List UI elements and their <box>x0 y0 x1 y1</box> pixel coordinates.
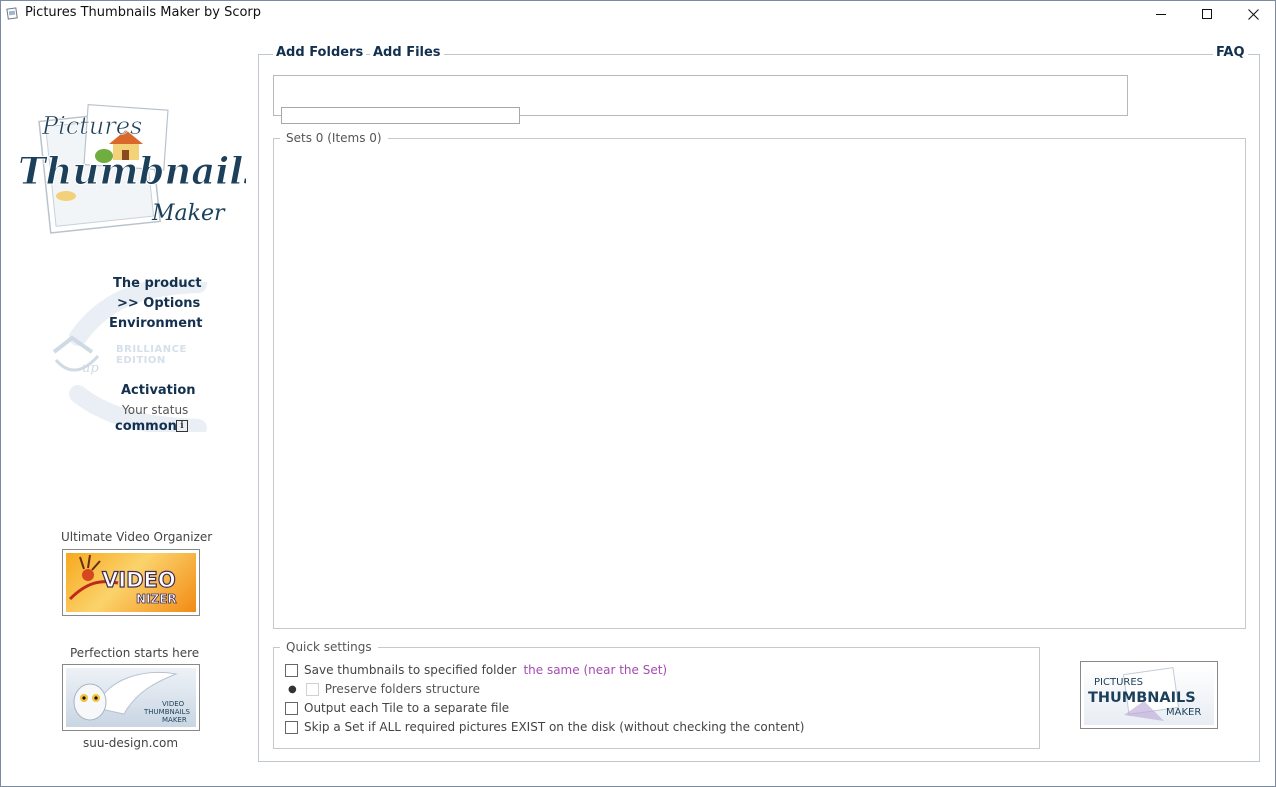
bullet-icon: ● <box>288 683 297 695</box>
save-thumbnails-checkbox[interactable] <box>285 663 298 677</box>
window-title: Pictures Thumbnails Maker by Scorp <box>25 5 262 20</box>
sets-list[interactable] <box>273 138 1246 629</box>
ptm-badge-text-3: MAKER <box>1166 707 1201 718</box>
app-logo: Pictures Thumbnails Maker <box>18 104 246 234</box>
logo-text-maker: Maker <box>151 201 226 226</box>
owl-artwork: VIDEO THUMBNAILS MAKER <box>73 671 190 724</box>
video-banner-text-2: NIZER <box>136 592 177 606</box>
ptm-badge-artwork: PICTURES THUMBNAILS MAKER <box>1088 667 1201 721</box>
edition-line1: BRILLIANCE <box>116 344 187 355</box>
save-thumbnails-row: Save thumbnails to specified folder the … <box>285 663 667 677</box>
site-link[interactable]: suu-design.com <box>83 736 178 750</box>
maximize-button[interactable] <box>1184 0 1230 28</box>
edition-label: BRILLIANCE EDITION <box>116 344 187 366</box>
sets-legend: Sets 0 (Items 0) <box>280 131 388 145</box>
video-organizer-artwork: VIDEO NIZER <box>68 554 177 606</box>
faq-link[interactable]: FAQ <box>1213 45 1248 60</box>
close-icon <box>1247 8 1259 20</box>
title-bar: Pictures Thumbnails Maker by Scorp <box>0 0 1276 28</box>
ptm-badge-text-1: PICTURES <box>1094 677 1143 688</box>
add-files-button[interactable]: Add Files <box>370 45 444 60</box>
output-tile-label: Output each Tile to a separate file <box>304 701 510 715</box>
perfection-caption: Perfection starts here <box>70 646 200 660</box>
nav-the-product[interactable]: The product <box>113 276 202 291</box>
vtm-banner-text-1: VIDEO <box>162 700 185 708</box>
minimize-button[interactable] <box>1138 0 1184 28</box>
skip-set-row: Skip a Set if ALL required pictures EXIS… <box>285 720 804 734</box>
preserve-folders-label: Preserve folders structure <box>324 682 481 696</box>
edition-mark: up <box>82 361 99 376</box>
info-icon[interactable]: i <box>176 420 188 432</box>
ptm-badge[interactable]: PICTURES THUMBNAILS MAKER <box>1080 661 1218 729</box>
progress-bar <box>281 107 520 124</box>
video-organizer-banner[interactable]: VIDEO NIZER <box>62 549 200 616</box>
video-banner-text-1: VIDEO <box>102 568 176 592</box>
ptm-badge-text-2: THUMBNAILS <box>1088 690 1196 706</box>
logo-text-pictures: Pictures <box>41 112 142 140</box>
minimize-icon <box>1155 13 1166 15</box>
edition-line2: EDITION <box>116 355 166 366</box>
logo-text-thumbnails: Thumbnails <box>18 149 246 193</box>
output-tile-row: Output each Tile to a separate file <box>285 701 509 715</box>
save-thumbnails-label: Save thumbnails to specified folder <box>304 663 517 677</box>
status-value: common <box>115 419 177 434</box>
app-icon <box>6 7 18 20</box>
nav-options[interactable]: >> Options <box>117 296 200 311</box>
add-folders-button[interactable]: Add Folders <box>273 45 367 60</box>
maximize-icon <box>1201 8 1212 19</box>
quick-settings-legend: Quick settings <box>280 640 378 654</box>
your-status-label: Your status <box>122 403 189 417</box>
skip-set-checkbox[interactable] <box>285 720 298 734</box>
close-button[interactable] <box>1230 0 1276 28</box>
video-thumbnails-banner[interactable]: VIDEO THUMBNAILS MAKER <box>62 664 200 731</box>
video-organizer-caption: Ultimate Video Organizer <box>61 530 213 544</box>
preserve-folders-checkbox[interactable] <box>305 682 319 696</box>
preserve-row: ● Preserve folders structure <box>288 682 480 696</box>
vtm-banner-text-3: MAKER <box>162 716 187 724</box>
output-tile-checkbox[interactable] <box>285 701 298 715</box>
save-target-link[interactable]: the same (near the Set) <box>523 663 667 677</box>
nav-activation[interactable]: Activation <box>121 383 196 398</box>
skip-set-label: Skip a Set if ALL required pictures EXIS… <box>304 720 805 734</box>
nav-environment[interactable]: Environment <box>109 316 203 331</box>
vtm-banner-text-2: THUMBNAILS <box>143 708 190 716</box>
